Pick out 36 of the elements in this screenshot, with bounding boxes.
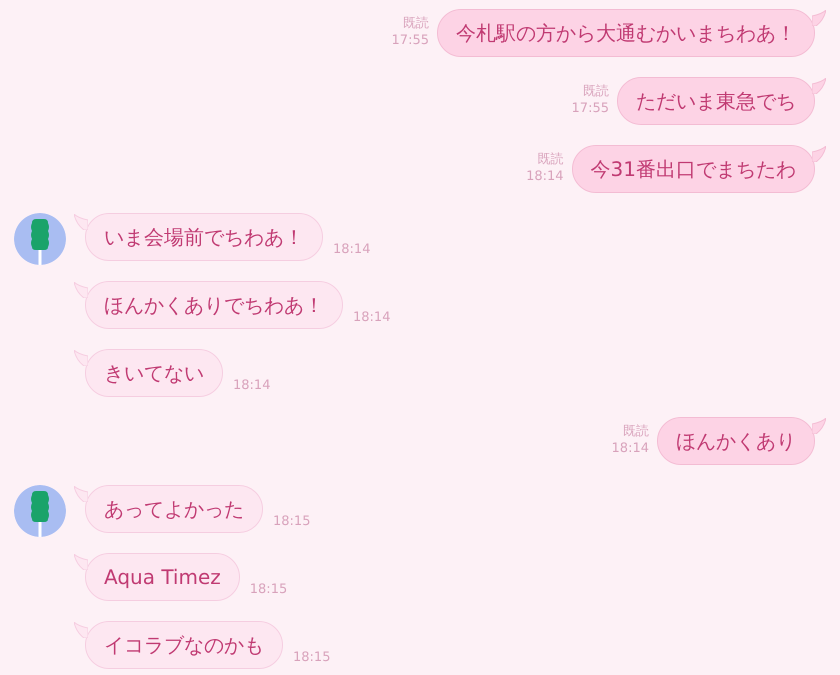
message-bubble: 今札駅の方から大通むかいまちわあ！ [437,9,815,57]
message-bubble: ただいま東急でち [617,77,815,125]
message-time: 18:14 [333,240,370,258]
bubble-tail-icon [812,10,826,26]
message-bubble: ほんかくありでちわあ！ [85,281,343,329]
message-bubble: ほんかくあり [657,417,815,465]
bubble-tail-icon [74,282,88,298]
message-time: 17:55 [572,100,609,117]
read-receipt: 既読 [623,423,649,440]
bubble-tail-icon [74,350,88,366]
message-time: 18:15 [250,580,288,598]
message-time: 18:15 [293,648,330,666]
read-receipt: 既読 [403,15,429,32]
message-bubble: きいてない [85,349,223,397]
message-time: 18:14 [612,440,649,457]
message-bubble: 今31番出口でまちたわ [572,145,815,193]
avatar-icon[interactable] [14,213,66,265]
message-time: 17:55 [392,32,429,49]
message-time: 18:14 [526,168,564,185]
bubble-tail-icon [74,554,88,570]
bubble-tail-icon [74,486,88,502]
message-time: 18:14 [353,308,390,326]
avatar-icon[interactable] [14,485,66,537]
read-receipt: 既読 [583,83,609,100]
read-receipt: 既読 [538,151,564,168]
bubble-tail-icon [812,78,826,94]
bubble-tail-icon [74,622,88,638]
message-bubble: あってよかった [85,485,263,533]
message-bubble: Aqua Timez [85,553,240,601]
message-bubble: イコラブなのかも [85,621,283,669]
message-time: 18:14 [233,376,270,394]
bubble-tail-icon [812,418,826,434]
message-time: 18:15 [273,512,310,530]
message-bubble: いま会場前でちわあ！ [85,213,323,261]
bubble-tail-icon [74,214,88,230]
bubble-tail-icon [812,146,826,162]
